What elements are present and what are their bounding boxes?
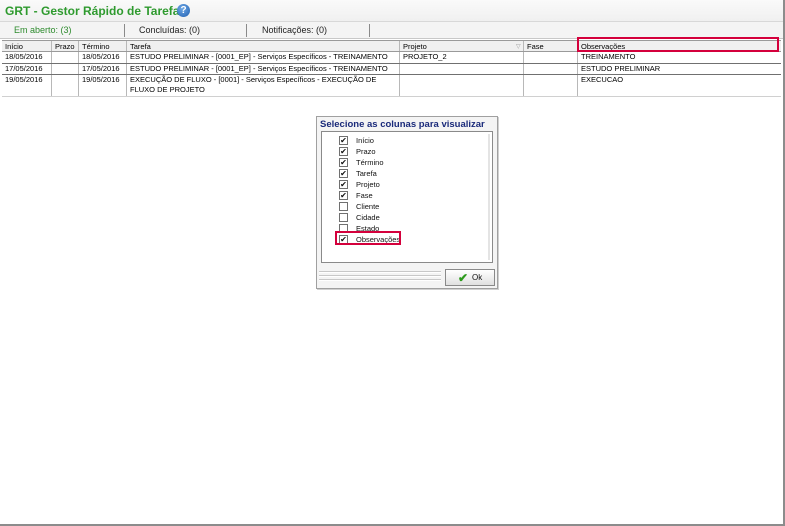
cell-fase: [524, 52, 578, 63]
checkbox[interactable]: ✔: [339, 191, 348, 200]
cell-projeto: [400, 64, 524, 74]
column-option-label: Início: [356, 136, 374, 145]
ok-button-label: Ok: [472, 273, 483, 282]
cell-prazo: [52, 52, 79, 63]
cell-tarefa: ESTUDO PRELIMINAR - [0001_EP] - Serviços…: [127, 52, 400, 63]
tab-divider: [369, 24, 370, 37]
dialog-title: Selecione as colunas para visualizar: [320, 119, 485, 130]
checkbox[interactable]: ✔: [339, 180, 348, 189]
table-row[interactable]: 18/05/2016 18/05/2016 ESTUDO PRELIMINAR …: [2, 52, 781, 64]
checkbox[interactable]: ✔: [339, 158, 348, 167]
cell-termino: 19/05/2016: [79, 75, 127, 96]
cell-inicio: 18/05/2016: [2, 52, 52, 63]
checkbox[interactable]: ✔: [339, 169, 348, 178]
column-header-termino[interactable]: Término: [79, 41, 127, 51]
help-icon[interactable]: ?: [177, 4, 190, 17]
tab-em-aberto[interactable]: Em aberto: (3): [14, 22, 72, 39]
filter-icon[interactable]: ▽: [516, 43, 521, 50]
table-row[interactable]: 17/05/2016 17/05/2016 ESTUDO PRELIMINAR …: [2, 64, 781, 75]
observacoes-header-highlight: [577, 37, 779, 52]
list-scrollbar[interactable]: [488, 134, 490, 260]
column-option-label: Prazo: [356, 147, 376, 156]
cell-observacoes: TREINAMENTO: [581, 52, 636, 61]
column-header-inicio[interactable]: Início: [2, 41, 52, 51]
cell-projeto: [400, 75, 524, 96]
cell-prazo: [52, 75, 79, 96]
cell-tarefa: EXECUÇÃO DE FLUXO - [0001] - Serviços Es…: [127, 75, 400, 96]
checkbox[interactable]: [339, 202, 348, 211]
cell-observacoes: EXECUCAO: [581, 75, 624, 84]
cell-fase: [524, 64, 578, 74]
cell-termino: 18/05/2016: [79, 52, 127, 63]
observacoes-option-highlight: [335, 231, 401, 245]
table-row[interactable]: 19/05/2016 19/05/2016 EXECUÇÃO DE FLUXO …: [2, 75, 781, 97]
cell-tarefa: ESTUDO PRELIMINAR - [0001_EP] - Serviços…: [127, 64, 400, 74]
cell-termino: 17/05/2016: [79, 64, 127, 74]
cell-prazo: [52, 64, 79, 74]
tab-divider: [124, 24, 125, 37]
app-window: GRT - Gestor Rápido de Tarefas ? Em aber…: [0, 0, 785, 526]
checkbox[interactable]: ✔: [339, 136, 348, 145]
column-option-label: Projeto: [356, 180, 380, 189]
checkbox[interactable]: ✔: [339, 147, 348, 156]
column-option-label: Tarefa: [356, 169, 377, 178]
cell-fase: [524, 75, 578, 96]
tab-notificacoes[interactable]: Notificações: (0): [262, 22, 327, 39]
column-option-label: Término: [356, 158, 384, 167]
column-option-label: Fase: [356, 191, 373, 200]
ok-button[interactable]: ✔ Ok: [445, 269, 495, 286]
checkmark-icon: ✔: [458, 271, 469, 285]
title-bar: GRT - Gestor Rápido de Tarefas ?: [0, 0, 783, 22]
cell-observacoes: ESTUDO PRELIMINAR: [581, 64, 661, 73]
column-header-prazo[interactable]: Prazo: [52, 41, 79, 51]
checkbox[interactable]: [339, 213, 348, 222]
app-title: GRT - Gestor Rápido de Tarefas: [5, 4, 187, 18]
tab-divider: [246, 24, 247, 37]
resize-grip: [319, 271, 441, 285]
column-selector-dialog: Selecione as colunas para visualizar ✔ I…: [316, 116, 498, 289]
cell-inicio: 17/05/2016: [2, 64, 52, 74]
column-option-label: Cliente: [356, 202, 380, 211]
tab-concluidas[interactable]: Concluídas: (0): [139, 22, 200, 39]
cell-projeto: PROJETO_2: [400, 52, 524, 63]
column-option-label: Cidade: [356, 213, 380, 222]
column-header-projeto[interactable]: Projeto: [400, 41, 524, 51]
column-header-tarefa[interactable]: Tarefa: [127, 41, 400, 51]
cell-inicio: 19/05/2016: [2, 75, 52, 96]
column-header-fase[interactable]: Fase: [524, 41, 578, 51]
